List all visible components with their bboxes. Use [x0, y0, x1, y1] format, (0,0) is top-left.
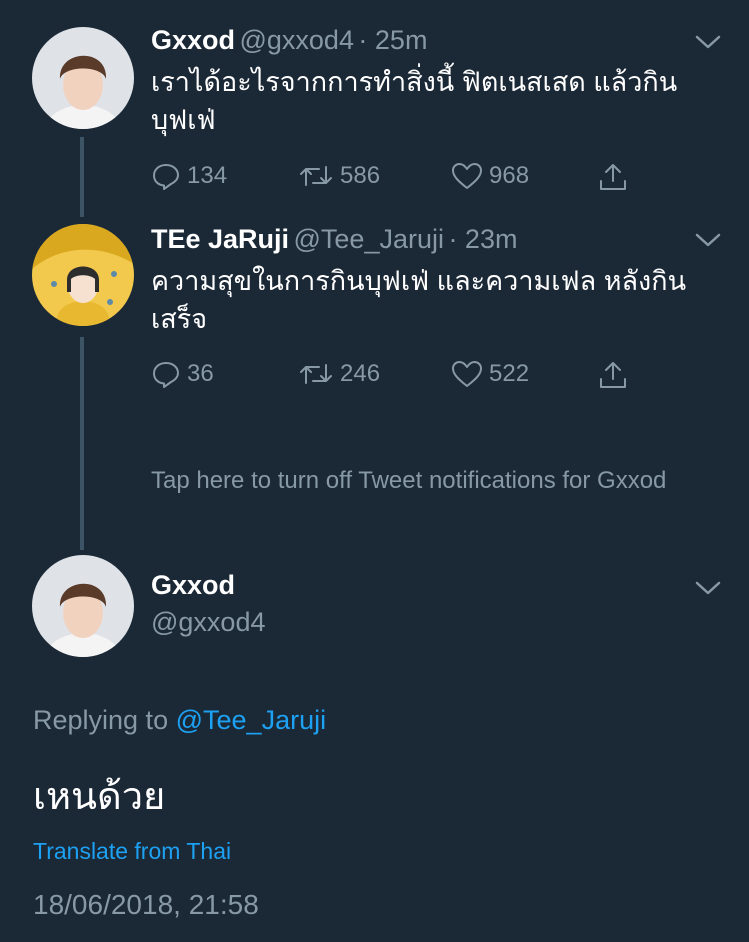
- like-count: 522: [489, 360, 530, 387]
- replying-to-handle[interactable]: @Tee_Jaruji: [176, 705, 326, 735]
- thread-line: [80, 137, 84, 217]
- like-count: 968: [489, 162, 530, 189]
- reply-icon: [153, 164, 179, 190]
- display-name[interactable]: Gxxod: [151, 570, 235, 601]
- translate-link[interactable]: Translate from Thai: [33, 838, 231, 865]
- thread-line: [80, 337, 84, 550]
- tweet-text: เราได้อะไรจากการทำสิ่งนี้ ฟิตเนสเสด แล้ว…: [151, 67, 678, 135]
- retweet-icon: [300, 166, 332, 186]
- like-button[interactable]: 968: [451, 161, 529, 191]
- tweet-timestamp: 18/06/2018, 21:58: [33, 889, 259, 920]
- like-button[interactable]: 522: [451, 359, 529, 389]
- retweet-button[interactable]: 586: [298, 161, 380, 191]
- tweet-actions: 36 246 522: [151, 359, 641, 393]
- reply-count: 134: [187, 162, 228, 189]
- replying-to-label: Replying to: [33, 705, 169, 735]
- tweet-text: ความสุขในการกินบุฟเฟ่ และความเฟล หลังกิน…: [151, 266, 687, 334]
- retweet-count: 586: [340, 162, 381, 189]
- chevron-down-icon[interactable]: [695, 34, 721, 50]
- like-icon: [452, 163, 482, 189]
- chevron-down-icon[interactable]: [695, 580, 721, 596]
- avatar[interactable]: [32, 27, 134, 129]
- reply-button[interactable]: 36: [151, 359, 214, 389]
- avatar[interactable]: [32, 555, 134, 657]
- tweet-time: · 25m: [358, 25, 428, 55]
- retweet-count: 246: [340, 360, 381, 387]
- share-button[interactable]: [597, 359, 629, 391]
- avatar[interactable]: [32, 224, 134, 326]
- replying-to: Replying to @Tee_Jaruji: [33, 705, 326, 736]
- user-handle[interactable]: @gxxod4: [239, 25, 353, 55]
- reply-button[interactable]: 134: [151, 161, 227, 191]
- turn-off-notifications-link[interactable]: Tap here to turn off Tweet notifications…: [151, 465, 671, 496]
- tweet-text: เหนด้วย: [33, 776, 166, 818]
- reply-count: 36: [187, 360, 214, 387]
- share-icon: [600, 164, 626, 190]
- share-icon: [600, 362, 626, 388]
- retweet-button[interactable]: 246: [298, 359, 380, 389]
- share-button[interactable]: [597, 161, 629, 193]
- user-handle[interactable]: @gxxod4: [151, 607, 265, 638]
- retweet-icon: [300, 364, 332, 384]
- like-icon: [452, 361, 482, 387]
- chevron-down-icon[interactable]: [695, 232, 721, 248]
- tweet-time: · 23m: [448, 224, 518, 254]
- display-name[interactable]: Gxxod: [151, 25, 235, 55]
- user-handle[interactable]: @Tee_Jaruji: [294, 224, 444, 254]
- reply-icon: [153, 362, 179, 388]
- display-name[interactable]: TEe JaRuji: [151, 224, 289, 254]
- tweet-header: TEe JaRuji @Tee_Jaruji · 23m: [151, 224, 517, 255]
- tweet-header: Gxxod @gxxod4 · 25m: [151, 25, 427, 56]
- tweet-actions: 134 586 968: [151, 161, 641, 195]
